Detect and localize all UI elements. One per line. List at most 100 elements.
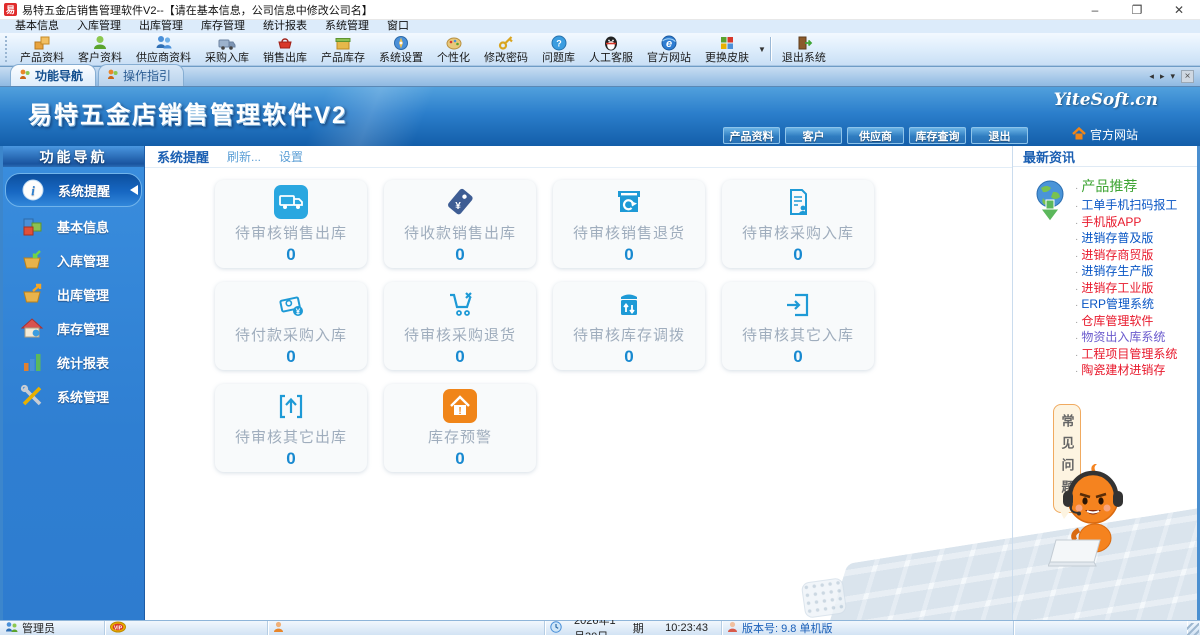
bullet-icon: ·: [1075, 300, 1079, 311]
truck-badge-icon: [274, 184, 308, 220]
skin-dropdown-caret-icon[interactable]: ▼: [758, 45, 766, 54]
stock-box-icon: [334, 34, 352, 52]
card-pending-other-in[interactable]: 待审核其它入库 0: [722, 282, 874, 370]
toolbar-customer-data[interactable]: 客户资料: [71, 33, 129, 65]
tools-icon: [20, 384, 44, 408]
sidebar-item-label: 系统管理: [57, 389, 110, 405]
sidebar-item-outbound[interactable]: 出库管理: [3, 277, 144, 311]
card-label: 待审核其它出库: [234, 429, 347, 446]
cart-x-icon: [443, 286, 477, 322]
news-featured-link[interactable]: · 产品推荐: [1075, 177, 1197, 198]
tab-operation-guide[interactable]: 操作指引: [98, 64, 185, 86]
banner-customer-button[interactable]: 客户: [785, 127, 842, 144]
menu-system[interactable]: 系统管理: [316, 20, 378, 33]
news-link-label: 物资出入库系统: [1081, 330, 1166, 344]
news-link-label: 进销存生产版: [1081, 264, 1154, 278]
news-link[interactable]: · 陶瓷建材进销存: [1075, 363, 1197, 380]
news-link[interactable]: · 仓库管理软件: [1075, 314, 1197, 331]
settings-link[interactable]: 设置: [279, 148, 303, 165]
toolbar-product-stock[interactable]: 产品库存: [314, 33, 372, 65]
menu-reports[interactable]: 统计报表: [254, 20, 316, 33]
card-label: 待审核库存调拨: [572, 327, 685, 344]
card-stock-warning[interactable]: ! 库存预警 0: [384, 384, 536, 472]
sidebar-item-inventory[interactable]: 库存管理: [3, 311, 144, 345]
toolbar-settings[interactable]: 系统设置: [372, 33, 430, 65]
sidebar-item-inbound[interactable]: 入库管理: [3, 243, 144, 277]
banner-supplier-button[interactable]: 供应商: [847, 127, 904, 144]
banner-stock-query-button[interactable]: 库存查询: [909, 127, 966, 144]
skin-item: 更换皮肤: [698, 33, 756, 65]
card-pending-other-out[interactable]: 待审核其它出库 0: [215, 384, 367, 472]
tab-list-icon[interactable]: ▾: [1170, 71, 1175, 82]
resize-grip-icon[interactable]: [1187, 623, 1199, 635]
card-pending-purchase-in[interactable]: 待审核采购入库 0: [722, 180, 874, 268]
toolbar-question-base[interactable]: ? 问题库: [535, 33, 582, 65]
toolbar-label: 销售出库: [263, 52, 307, 64]
official-site-link[interactable]: 官方网站: [1072, 126, 1138, 143]
news-link[interactable]: · 手机版APP: [1075, 215, 1197, 232]
bar-chart-icon: [20, 350, 44, 374]
close-button[interactable]: ✕: [1158, 0, 1200, 19]
card-label: 待付款采购入库: [234, 327, 347, 344]
news-link[interactable]: · 进销存商贸版: [1075, 248, 1197, 265]
svg-text:e: e: [666, 38, 672, 50]
sidebar-item-basic-info[interactable]: 基本信息: [3, 209, 144, 243]
cubes-icon: [20, 214, 44, 238]
toolbar-live-support[interactable]: 人工客服: [582, 33, 640, 65]
toolbar-change-password[interactable]: 修改密码: [477, 33, 535, 65]
menu-inventory[interactable]: 库存管理: [192, 20, 254, 33]
status-user-label: 管理员: [22, 623, 55, 635]
refresh-link[interactable]: 刷新...: [227, 148, 261, 165]
tab-scroll-left-icon[interactable]: ◂: [1149, 71, 1154, 82]
news-link[interactable]: · 进销存工业版: [1075, 281, 1197, 298]
menu-window[interactable]: 窗口: [378, 20, 418, 33]
sidebar-item-system-reminder[interactable]: i 系统提醒: [5, 173, 142, 207]
toolbar-official-site[interactable]: e 官方网站: [640, 33, 698, 65]
toolbar-supplier-data[interactable]: 供应商资料: [129, 33, 198, 65]
status-version-label: 版本号: 9.8 单机版: [742, 623, 833, 635]
menu-outbound[interactable]: 出库管理: [130, 20, 192, 33]
banner-product-button[interactable]: 产品资料: [723, 127, 780, 144]
card-pending-sale-out[interactable]: 待审核销售出库 0: [215, 180, 367, 268]
news-link[interactable]: · 进销存生产版: [1075, 264, 1197, 281]
toolbar-label: 更换皮肤: [705, 52, 749, 64]
info-icon: i: [21, 178, 45, 202]
news-link[interactable]: · 工程项目管理系统: [1075, 347, 1197, 364]
main-content: 系统提醒 刷新... 设置 待审核销售出库 0 ¥ 待收款销售出库 0 待审核销: [145, 146, 1012, 620]
toolbar-personalize[interactable]: 个性化: [430, 33, 477, 65]
card-pending-stock-transfer[interactable]: 待审核库存调拨 0: [553, 282, 705, 370]
menu-basic-info[interactable]: 基本信息: [6, 20, 68, 33]
news-link[interactable]: · 进销存普及版: [1075, 231, 1197, 248]
tab-scroll-right-icon[interactable]: ▸: [1160, 71, 1165, 82]
tab-function-nav[interactable]: 功能导航: [10, 64, 97, 86]
toolbar-purchase-in[interactable]: 采购入库: [198, 33, 256, 65]
card-pending-payment-sale[interactable]: ¥ 待收款销售出库 0: [384, 180, 536, 268]
sidebar-item-reports[interactable]: 统计报表: [3, 345, 144, 379]
news-link[interactable]: · 物资出入库系统: [1075, 330, 1197, 347]
menu-inbound[interactable]: 入库管理: [68, 20, 130, 33]
basket-out-icon: [20, 282, 44, 306]
toolbar-label: 采购入库: [205, 52, 249, 64]
banner-exit-button[interactable]: 退出: [971, 127, 1028, 144]
toolbar-exit-system[interactable]: 退出系统: [775, 33, 833, 65]
svg-text:VIP: VIP: [114, 625, 123, 631]
sidebar-item-system-mgmt[interactable]: 系统管理: [3, 379, 144, 413]
toolbar-sale-out[interactable]: 销售出库: [256, 33, 314, 65]
toolbar-change-skin[interactable]: 更换皮肤 ▼: [698, 33, 766, 65]
main-toolbar: 系统提醒 刷新... 设置: [145, 146, 1012, 168]
penguin-icon: [602, 34, 620, 52]
restore-button[interactable]: ❐: [1116, 0, 1158, 19]
card-value: 0: [286, 448, 296, 468]
news-link[interactable]: · ERP管理系统: [1075, 297, 1197, 314]
minimize-button[interactable]: –: [1074, 0, 1116, 19]
card-pending-sale-return[interactable]: 待审核销售退货 0: [553, 180, 705, 268]
toolbar-label: 修改密码: [484, 52, 528, 64]
svg-text:i: i: [31, 183, 35, 198]
clock-icon: [550, 620, 562, 635]
tab-people-icon: [19, 68, 31, 83]
tab-close-icon[interactable]: ×: [1181, 70, 1194, 83]
card-pending-payment-purchase[interactable]: ¥ 待付款采购入库 0: [215, 282, 367, 370]
card-pending-purchase-return[interactable]: 待审核采购退货 0: [384, 282, 536, 370]
toolbar-product-data[interactable]: 产品资料: [13, 33, 71, 65]
news-link[interactable]: · 工单手机扫码报工: [1075, 198, 1197, 215]
